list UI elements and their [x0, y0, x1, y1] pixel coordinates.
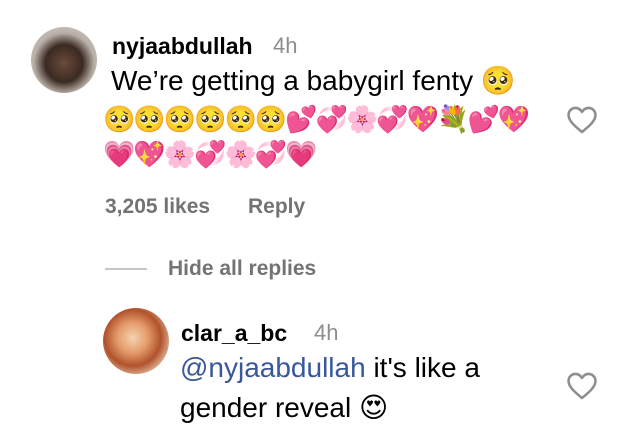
reply-username[interactable]: clar_a_bc	[181, 320, 287, 347]
heart-outline-icon[interactable]	[565, 103, 599, 137]
likes-count[interactable]: 3,205 likes	[105, 195, 210, 219]
hide-replies-button[interactable]: Hide all replies	[168, 257, 316, 281]
comment-timestamp: 4h	[273, 33, 298, 58]
reply-text-line-2: gender reveal 😍	[180, 389, 388, 427]
mention-link[interactable]: @nyjaabdullah	[180, 352, 366, 383]
comment-text-emoji: 🥺	[480, 65, 516, 96]
avatar[interactable]	[31, 27, 97, 93]
comment-emoji-line-1: 🥺🥺🥺🥺🥺🥺💕💞🌸💞💖💐💕💖	[103, 104, 530, 134]
heart-outline-icon[interactable]	[565, 369, 599, 403]
comment-text-body: We’re getting a babygirl fenty	[111, 65, 474, 96]
comment-text: We’re getting a babygirl fenty 🥺	[111, 62, 516, 100]
reply-text-line-1: @nyjaabdullah it's like a	[180, 349, 480, 387]
reply-timestamp: 4h	[314, 320, 339, 345]
reply-text-emoji: 😍	[359, 392, 389, 423]
divider	[105, 268, 147, 270]
comment-emoji-line-2: 💗💖🌸💞🌸💞💗	[103, 139, 318, 169]
avatar[interactable]	[103, 308, 169, 374]
reply-text-body-2: gender reveal	[180, 392, 352, 423]
comment-username[interactable]: nyjaabdullah	[112, 33, 253, 60]
reply-button[interactable]: Reply	[248, 195, 305, 219]
reply-text-body: it's like a	[365, 352, 480, 383]
